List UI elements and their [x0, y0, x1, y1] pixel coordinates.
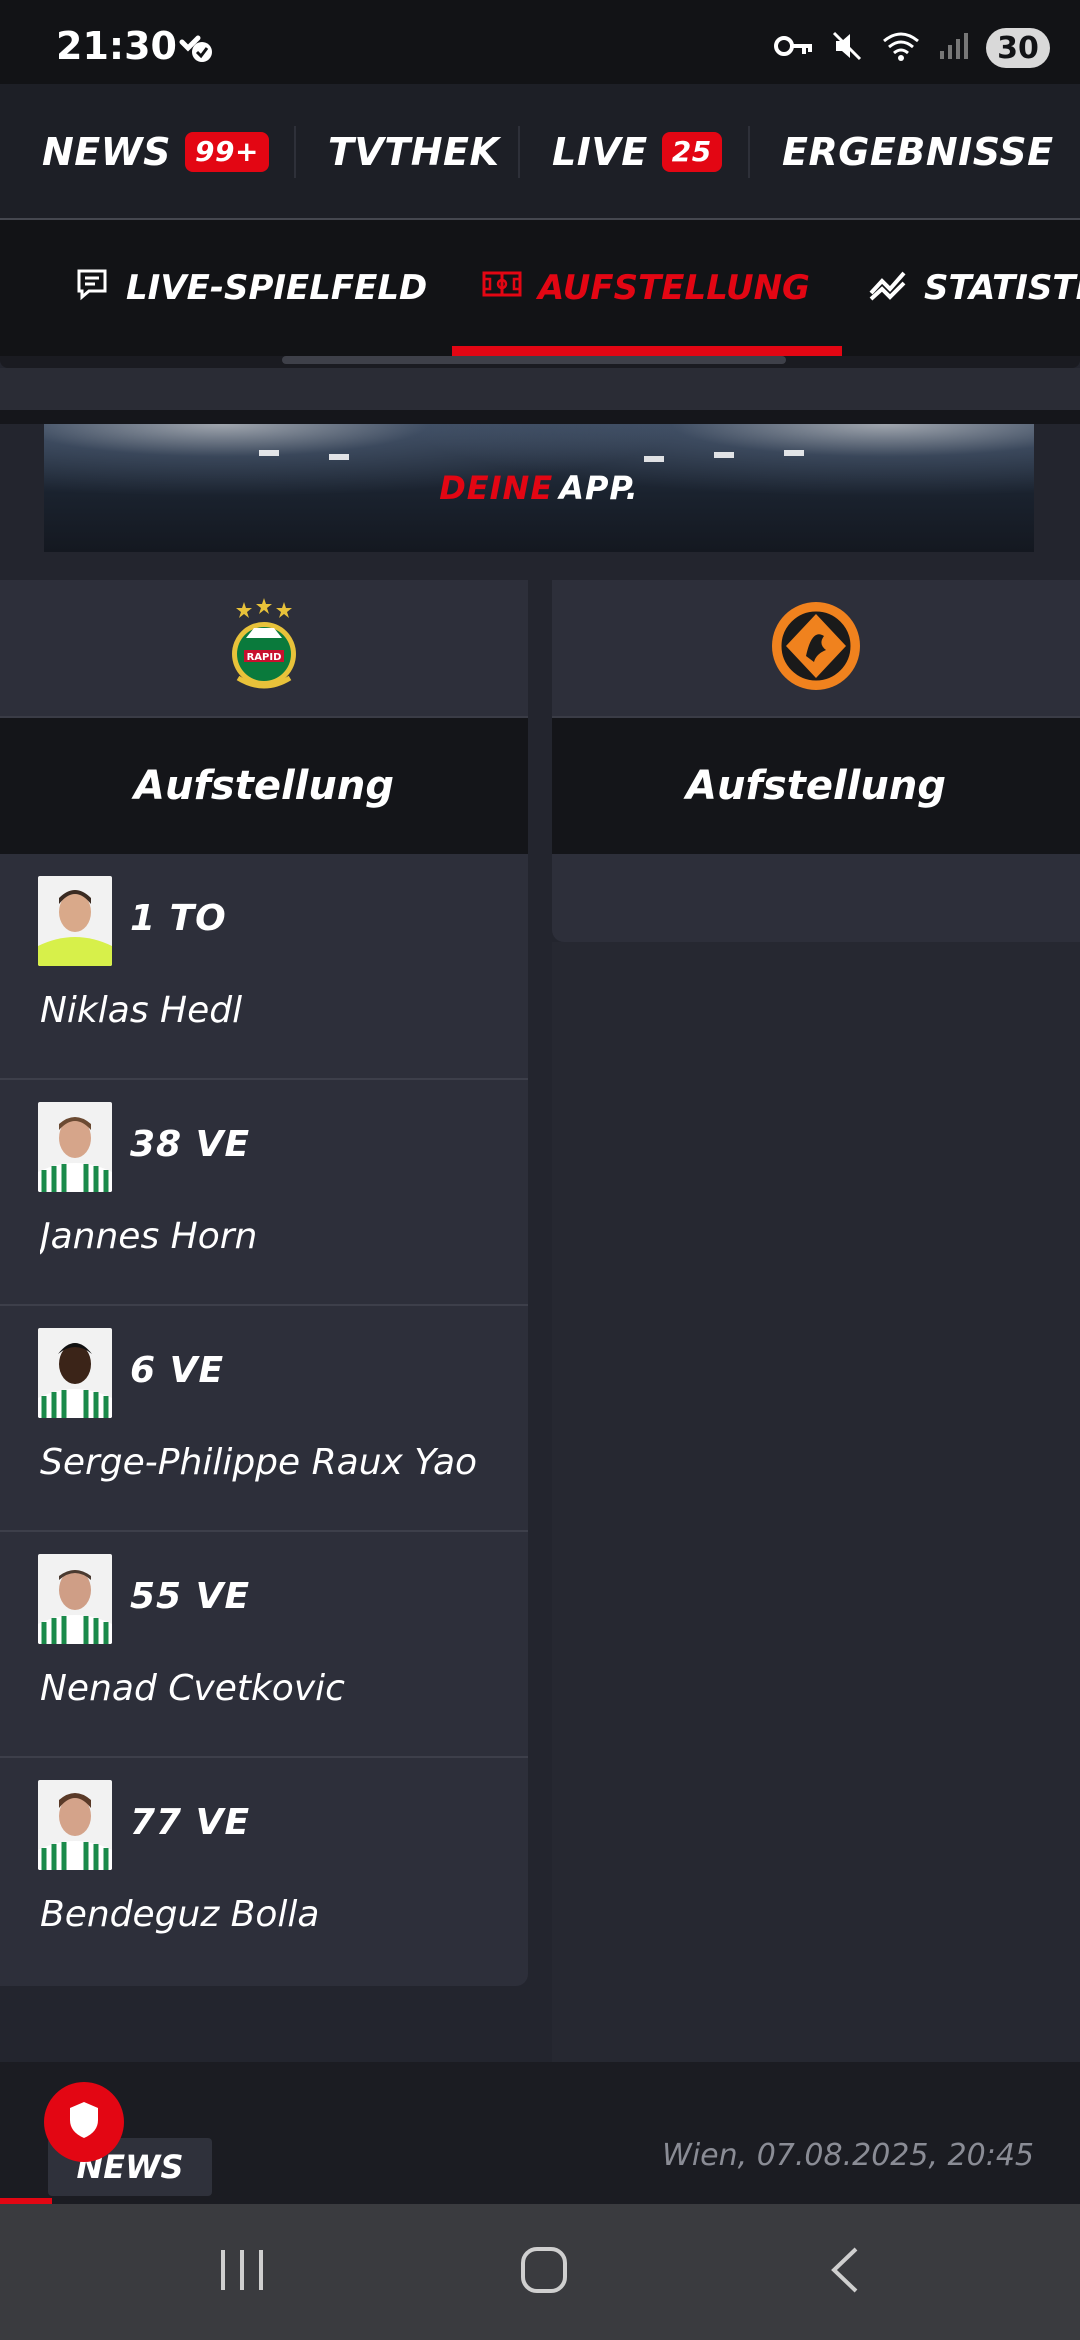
player-row[interactable]: 77 VE Bendeguz Bolla	[0, 1758, 528, 1984]
check-badge-icon	[176, 28, 216, 68]
sub-tabs: LIVE-SPIELFELD AUFSTELLUNG STATISTI	[0, 220, 1080, 356]
tab-statistik[interactable]: STATISTI	[868, 220, 1080, 356]
player-photo	[38, 1328, 112, 1418]
player-photo	[38, 1102, 112, 1192]
privacy-shield-button[interactable]	[44, 2082, 124, 2162]
banner-text-white: APP.	[559, 469, 639, 507]
banner-text-red: DEINE	[439, 469, 554, 507]
player-name: Jannes Horn	[40, 1216, 258, 1257]
status-time: 21:30	[56, 24, 177, 68]
key-icon	[774, 31, 814, 65]
away-team-logo-row	[552, 580, 1080, 716]
player-name: Serge-Philippe Raux Yao	[40, 1442, 478, 1483]
system-nav-bar	[0, 2204, 1080, 2340]
tabs-scrollbar[interactable]	[282, 356, 786, 364]
home-team-column: RAPID Aufstellung 1 TO Niklas Hedl 38 VE…	[0, 580, 528, 1986]
away-team-empty-area	[552, 942, 1080, 2062]
tab-aufstellung-label: AUFSTELLUNG	[538, 268, 810, 308]
nav-divider	[518, 126, 520, 178]
recents-button[interactable]	[182, 2204, 302, 2340]
shield-icon	[67, 2100, 101, 2144]
home-icon	[519, 2245, 569, 2299]
player-number: 77 VE	[130, 1802, 251, 1843]
player-photo	[38, 876, 112, 966]
back-icon	[826, 2245, 866, 2299]
nav-tvthek[interactable]: TVTHEK	[328, 84, 499, 220]
nav-news-label: NEWS	[42, 130, 172, 174]
tab-live-spielfeld-label: LIVE-SPIELFELD	[126, 268, 428, 308]
tab-statistik-label: STATISTI	[924, 268, 1080, 308]
active-tab-indicator	[452, 346, 842, 356]
home-team-logo-row: RAPID	[0, 580, 528, 716]
nav-live-label: LIVE	[552, 130, 648, 174]
player-photo	[38, 1554, 112, 1644]
nav-ergebnisse[interactable]: ERGEBNISSE	[782, 84, 1054, 220]
nav-live-badge: 25	[661, 132, 722, 172]
player-number: 1 TO	[130, 898, 227, 939]
player-number: 6 VE	[130, 1350, 225, 1391]
trend-icon	[868, 267, 908, 310]
nav-news-badge: 99+	[185, 132, 269, 172]
away-lineup-title: Aufstellung	[552, 718, 1080, 854]
chat-icon	[74, 266, 110, 311]
nav-tvthek-label: TVTHEK	[328, 130, 500, 174]
recents-icon	[217, 2248, 267, 2296]
mute-icon	[830, 29, 864, 67]
player-number: 38 VE	[130, 1124, 251, 1165]
player-row[interactable]: 38 VE Jannes Horn	[0, 1080, 528, 1306]
battery-indicator: 30	[986, 28, 1050, 68]
nav-ergebnisse-label: ERGEBNISSE	[782, 130, 1054, 174]
player-photo	[38, 1780, 112, 1870]
player-number: 55 VE	[130, 1576, 251, 1617]
away-team-column: Aufstellung	[552, 580, 1080, 942]
spacer	[0, 410, 1080, 424]
player-name: Nenad Cvetkovic	[40, 1668, 345, 1709]
news-date: Wien, 07.08.2025, 20:45	[662, 2138, 1034, 2173]
wifi-icon	[880, 29, 922, 67]
home-team-logo[interactable]: RAPID	[224, 598, 304, 698]
home-button[interactable]	[484, 2204, 604, 2340]
nav-news[interactable]: NEWS 99+	[42, 84, 269, 220]
promo-banner[interactable]: DEINE APP.	[44, 424, 1034, 552]
away-team-logo[interactable]	[768, 598, 864, 698]
home-lineup-title: Aufstellung	[0, 718, 528, 854]
tab-live-spielfeld[interactable]: LIVE-SPIELFELD	[74, 220, 427, 356]
signal-icon	[938, 31, 970, 65]
tab-aufstellung[interactable]: AUFSTELLUNG	[482, 220, 810, 356]
spacer	[0, 368, 1080, 410]
player-row[interactable]: 6 VE Serge-Philippe Raux Yao	[0, 1306, 528, 1532]
nav-divider	[748, 126, 750, 178]
nav-divider	[294, 126, 296, 178]
home-team-logo-text: RAPID	[247, 652, 282, 663]
top-nav: NEWS 99+ TVTHEK LIVE 25 ERGEBNISSE	[0, 84, 1080, 220]
pitch-icon	[482, 268, 522, 308]
status-icons: 30	[774, 26, 1050, 70]
back-button[interactable]	[786, 2204, 906, 2340]
player-row[interactable]: 55 VE Nenad Cvetkovic	[0, 1532, 528, 1758]
player-name: Bendeguz Bolla	[40, 1894, 320, 1935]
nav-live[interactable]: LIVE 25	[552, 84, 722, 220]
player-row[interactable]: 1 TO Niklas Hedl	[0, 854, 528, 1080]
banner-text: DEINE APP.	[44, 424, 1034, 552]
player-name: Niklas Hedl	[40, 990, 243, 1031]
